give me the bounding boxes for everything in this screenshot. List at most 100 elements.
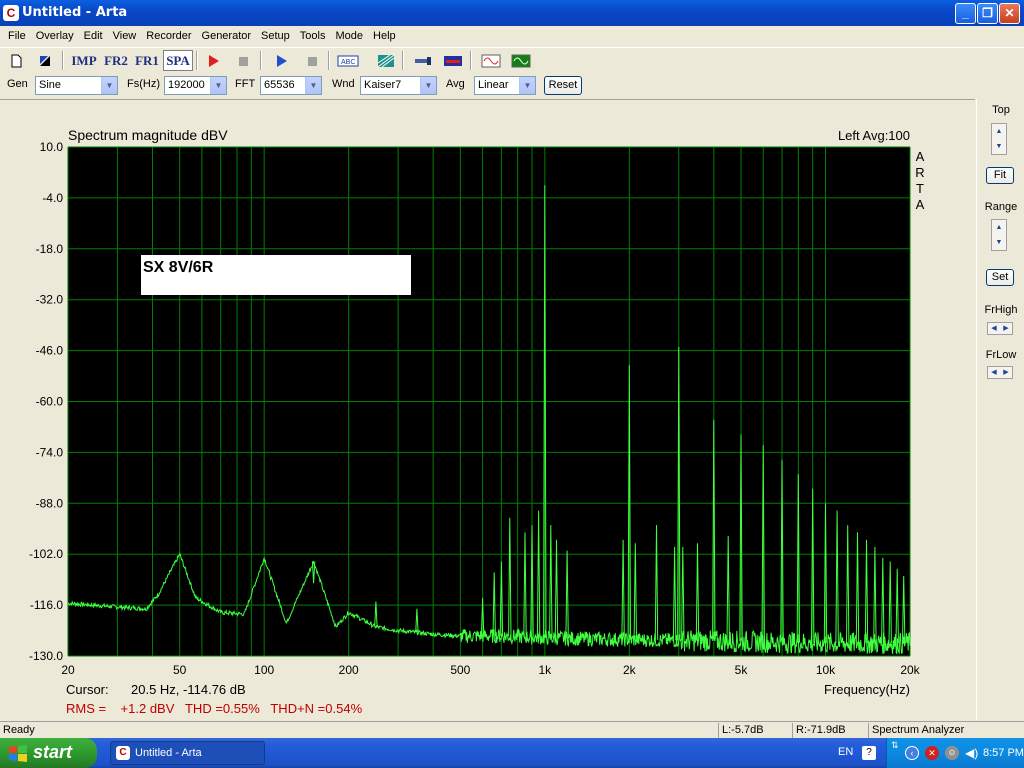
maximize-button[interactable]: ❐ [977,3,998,24]
wnd-label: Wnd [332,78,355,90]
toolbar: IMP FR2 FR1 SPA ABC [0,47,1024,72]
toolbar-separator [328,51,330,70]
side-letter: R [915,165,924,180]
stop-icon[interactable] [300,50,324,71]
menu-mode[interactable]: Mode [330,30,368,42]
channel-info: Left Avg:100 [838,128,910,143]
spin-right-icon[interactable]: ▶ [1000,367,1012,378]
toolbar-separator [196,51,198,70]
range-spinner[interactable]: ▲ ▼ [991,219,1007,251]
side-letter: A [916,197,925,212]
annotation-text: SX 8V/6R [143,259,214,276]
status-bar: Ready L:-5.7dB R:-71.9dB Spectrum Analyz… [0,721,1024,738]
new-file-icon[interactable] [4,50,28,71]
toolbar-separator [402,51,404,70]
spectrum-chart[interactable]: Spectrum magnitude dBV Left Avg:100 10.0… [0,100,975,720]
window-select[interactable]: Kaiser7 ▼ [360,76,437,95]
menu-view[interactable]: View [108,30,142,42]
x-tick-label: 10k [816,663,836,677]
set-button[interactable]: Set [986,269,1014,286]
y-tick-label: -18.0 [36,242,64,256]
plot-panel: Spectrum magnitude dBV Left Avg:100 10.0… [0,99,975,720]
grid-pattern-icon[interactable] [374,50,398,71]
probe-icon[interactable] [411,50,435,71]
cursor-value: 20.5 Hz, -114.76 dB [131,682,246,697]
range-label: Range [984,201,1018,213]
y-tick-label: -32.0 [36,293,64,307]
close-button[interactable]: ✕ [999,3,1020,24]
meter-icon[interactable] [441,50,465,71]
spin-up-icon[interactable]: ▲ [992,124,1006,139]
spin-left-icon[interactable]: ◀ [988,323,1000,334]
frhigh-label: FrHigh [984,304,1018,316]
x-tick-label: 100 [254,663,274,677]
taskbar: start C Untitled - Arta EN ? ⇅ ‹ ✕ ⊙ ◀) … [0,738,1024,768]
frhigh-spinner[interactable]: ◀ ▶ [987,322,1013,335]
title-bar: C Untitled - Arta _ ❐ ✕ [0,0,1024,26]
spin-down-icon[interactable]: ▼ [992,139,1006,154]
signal-generator-icon[interactable] [479,50,503,71]
fit-button[interactable]: Fit [986,167,1014,184]
spin-down-icon[interactable]: ▼ [992,235,1006,250]
spin-up-icon[interactable]: ▲ [992,220,1006,235]
record-stop-icon[interactable] [231,50,255,71]
imp-mode-button[interactable]: IMP [69,50,99,71]
menu-overlay[interactable]: Overlay [31,30,79,42]
x-tick-label: 2k [623,663,637,677]
app-icon[interactable]: C [3,5,19,21]
gen-select[interactable]: Sine ▼ [35,76,118,95]
expand-tray-icon[interactable]: ‹ [905,746,919,760]
chevron-down-icon[interactable]: ▼ [519,77,535,94]
chevron-down-icon[interactable]: ▼ [305,77,321,94]
menu-setup[interactable]: Setup [256,30,295,42]
oscilloscope-icon[interactable] [509,50,533,71]
spin-left-icon[interactable]: ◀ [988,367,1000,378]
chevron-down-icon[interactable]: ▼ [210,77,226,94]
network-icon[interactable]: ⇅ [891,740,899,751]
y-tick-label: -60.0 [36,395,64,409]
record-play-icon[interactable] [201,50,225,71]
language-indicator[interactable]: EN [838,746,853,758]
menu-tools[interactable]: Tools [295,30,331,42]
menu-edit[interactable]: Edit [79,30,108,42]
start-button[interactable]: start [0,738,97,768]
menu-help[interactable]: Help [368,30,401,42]
clock[interactable]: 8:57 PM [983,747,1024,759]
security-shield-icon[interactable]: ✕ [925,746,939,760]
fr2-mode-button[interactable]: FR2 [101,50,131,71]
frlow-spinner[interactable]: ◀ ▶ [987,366,1013,379]
chevron-down-icon[interactable]: ▼ [420,77,436,94]
avg-select[interactable]: Linear ▼ [474,76,536,95]
play-icon[interactable] [269,50,293,71]
status-left-level: L:-5.7dB [718,723,788,738]
x-tick-label: 20k [900,663,920,677]
fr1-mode-button[interactable]: FR1 [132,50,162,71]
y-tick-label: -46.0 [36,344,64,358]
abc-label-icon[interactable]: ABC [336,50,360,71]
svg-text:ABC: ABC [341,59,355,66]
reset-button[interactable]: Reset [544,76,582,95]
x-tick-label: 500 [450,663,470,677]
avg-select-value: Linear [478,79,509,91]
menu-generator[interactable]: Generator [197,30,257,42]
antivirus-icon[interactable]: ⊙ [945,746,959,760]
fs-select[interactable]: 192000 ▼ [164,76,227,95]
volume-icon[interactable]: ◀) [965,746,978,760]
gen-label: Gen [7,78,28,90]
side-letter: A [916,149,925,164]
help-icon[interactable]: ? [862,746,876,760]
toolbar-separator [470,51,472,70]
menu-recorder[interactable]: Recorder [141,30,196,42]
x-axis-label: Frequency(Hz) [824,682,910,697]
edit-icon[interactable] [33,50,57,71]
settings-bar: Gen Sine ▼ Fs(Hz) 192000 ▼ FFT 65536 ▼ W… [0,73,1024,97]
spa-mode-button[interactable]: SPA [163,50,193,71]
menu-file[interactable]: File [3,30,31,42]
taskbar-item-arta[interactable]: C Untitled - Arta [110,741,265,765]
top-spinner[interactable]: ▲ ▼ [991,123,1007,155]
spin-right-icon[interactable]: ▶ [1000,323,1012,334]
fft-select[interactable]: 65536 ▼ [260,76,322,95]
minimize-button[interactable]: _ [955,3,976,24]
toolbar-separator [62,51,64,70]
chevron-down-icon[interactable]: ▼ [101,77,117,94]
